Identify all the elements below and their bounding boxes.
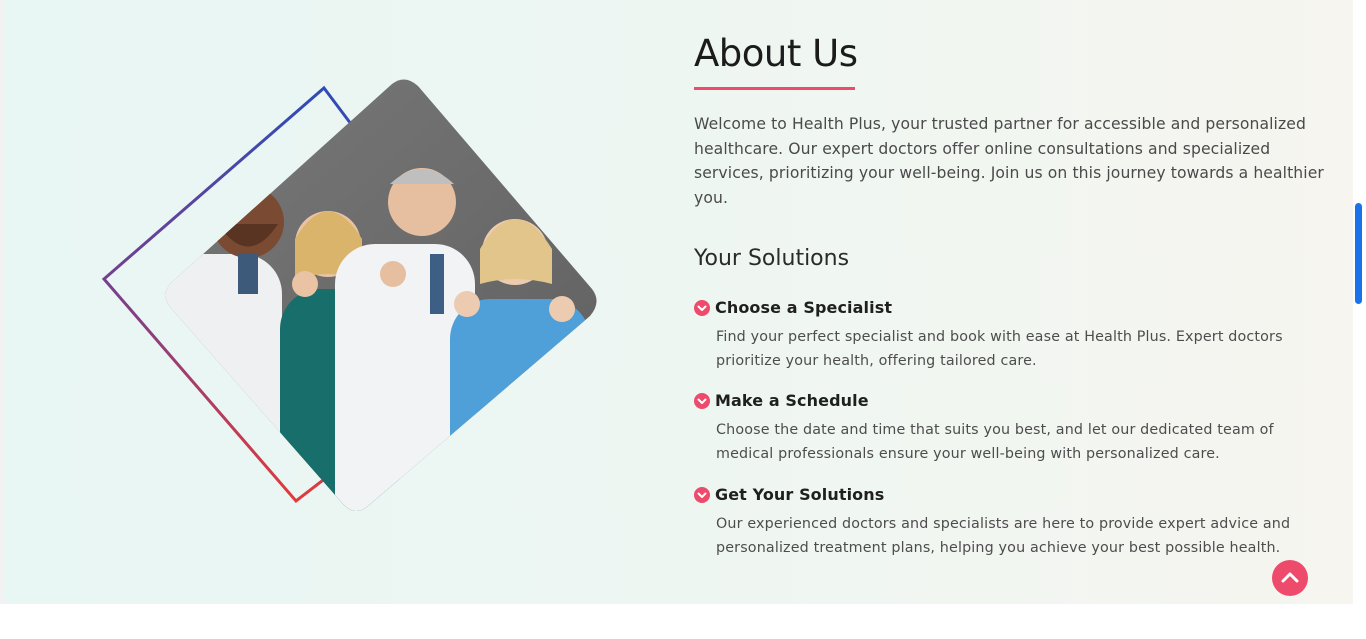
solutions-heading: Your Solutions xyxy=(694,246,850,271)
page-title: About Us xyxy=(694,32,858,75)
chevron-down-circle-icon xyxy=(694,486,710,503)
solution-title: Get Your Solutions xyxy=(715,485,885,504)
solution-title: Choose a Specialist xyxy=(715,298,893,317)
solution-item: Choose a Specialist Find your perfect sp… xyxy=(694,298,1316,373)
solution-title: Make a Schedule xyxy=(715,391,869,410)
solution-description: Choose the date and time that suits you … xyxy=(716,422,1274,462)
scroll-to-top-button[interactable] xyxy=(1272,560,1308,596)
chevron-up-icon xyxy=(1281,572,1299,583)
scrollbar-track[interactable] xyxy=(1353,0,1366,639)
chevron-down-circle-icon xyxy=(694,392,710,409)
about-intro-text: Welcome to Health Plus, your trusted par… xyxy=(694,115,1324,207)
solution-description: Our experienced doctors and specialists … xyxy=(716,516,1291,556)
chevron-down-circle-icon xyxy=(694,299,710,316)
about-section: About Us Welcome to Health Plus, your tr… xyxy=(4,0,1353,604)
scrollbar-thumb[interactable] xyxy=(1355,203,1362,304)
doctors-team-image xyxy=(101,79,597,512)
page-footer-gap xyxy=(0,604,1366,639)
solution-description: Find your perfect specialist and book wi… xyxy=(716,329,1283,369)
title-underline xyxy=(694,87,855,90)
solution-item: Get Your Solutions Our experienced docto… xyxy=(694,485,1316,560)
about-content: About Us Welcome to Health Plus, your tr… xyxy=(694,28,1334,556)
solution-item: Make a Schedule Choose the date and time… xyxy=(694,391,1316,466)
